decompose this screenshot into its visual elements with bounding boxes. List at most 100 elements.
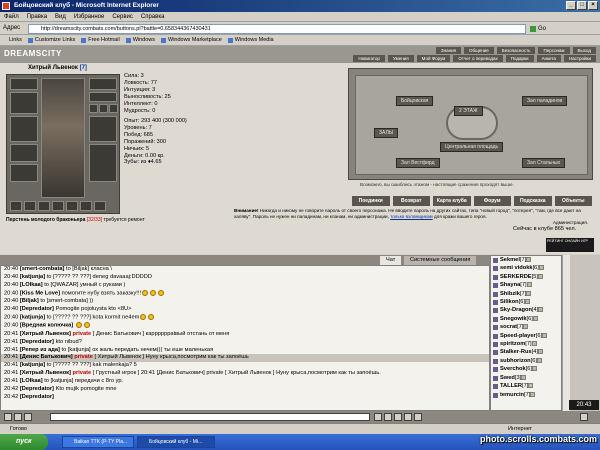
menu-file[interactable]: Файл xyxy=(0,12,23,22)
user-list-item[interactable]: semi vidokk[6] xyxy=(491,264,561,272)
chat-nick[interactable]: [Depredator] xyxy=(20,394,54,400)
chat-nick[interactable]: [LOIkaa] xyxy=(20,282,43,288)
link-windows[interactable]: Windows xyxy=(124,35,159,46)
user-name[interactable]: TALLER xyxy=(500,383,522,389)
user-list-scrollbar[interactable] xyxy=(562,255,570,411)
user-list-item[interactable]: Sekmel[7] xyxy=(491,256,561,264)
close-button[interactable]: × xyxy=(588,1,598,10)
user-info-icon[interactable] xyxy=(530,391,536,397)
user-name[interactable]: Snegowik xyxy=(500,316,527,322)
chat-nick[interactable]: [Depredator] xyxy=(20,386,54,392)
user-info-icon[interactable] xyxy=(532,315,538,321)
user-info-icon[interactable] xyxy=(531,366,537,372)
refresh-icon[interactable] xyxy=(404,413,412,421)
chat-nick[interactable]: [Хитрый Львенок] xyxy=(20,370,71,376)
chat-nick[interactable]: [Depredator] xyxy=(20,339,54,345)
slot-weapon[interactable] xyxy=(10,92,38,114)
chat-nick[interactable]: [Хитрый Львенок] xyxy=(20,331,71,337)
chat-message-input[interactable] xyxy=(50,413,370,421)
exit-chat-icon[interactable] xyxy=(580,413,588,421)
slot-ring-3[interactable] xyxy=(109,104,118,113)
tab-system-messages[interactable]: Системные сообщения xyxy=(404,256,477,265)
user-name[interactable]: Speed-player xyxy=(500,333,536,339)
user-list-item[interactable]: spiritzom[7] xyxy=(491,340,561,348)
rating-badge[interactable]: РЕЙТИНГ ОНЛАЙН ИГР xyxy=(546,238,594,252)
slot-helmet[interactable] xyxy=(10,78,38,90)
duels-button[interactable]: Поединки xyxy=(352,196,390,206)
user-name[interactable]: Silikon xyxy=(500,299,519,305)
chat-nick[interactable]: [katjunja] xyxy=(20,314,45,320)
user-name[interactable]: Sky-Dragon xyxy=(500,307,532,313)
nav-navigator[interactable]: Навигатор xyxy=(353,55,385,62)
menu-edit[interactable]: Правка xyxy=(23,12,51,22)
user-list-item[interactable]: subhorizon[6] xyxy=(491,357,561,365)
slot-shield[interactable] xyxy=(89,116,117,142)
chat-nick[interactable]: [Репер из ада] xyxy=(20,347,60,353)
chat-nick[interactable]: [Biljak] xyxy=(20,298,39,304)
clear-icon[interactable] xyxy=(384,413,392,421)
user-name[interactable]: socrat xyxy=(500,324,517,330)
user-list-item[interactable]: Swed[3] xyxy=(491,374,561,382)
user-list-item[interactable]: Speed-player[6] xyxy=(491,332,561,340)
slot-amulet[interactable] xyxy=(89,92,117,102)
filter-icon[interactable] xyxy=(394,413,402,421)
user-list-item[interactable]: temurcin[7] xyxy=(491,391,561,399)
warning-link[interactable]: только взломщикам xyxy=(390,214,433,219)
user-info-icon[interactable] xyxy=(528,383,534,389)
nav-security[interactable]: Безопасность xyxy=(496,47,536,54)
map-room-halls[interactable]: ЗАЛЫ xyxy=(374,128,399,138)
hint-button[interactable]: Подсказка xyxy=(514,196,552,206)
user-info-icon[interactable] xyxy=(537,349,543,355)
nav-communication[interactable]: Общение xyxy=(464,47,494,54)
nav-knowledge[interactable]: Знания xyxy=(435,47,462,54)
map-room-fighting[interactable]: Бойцовская xyxy=(396,96,434,106)
chat-nick[interactable]: [katjunja] xyxy=(20,362,45,368)
task-baikan[interactable]: Baikan TTK (P-TY Pla... xyxy=(62,436,134,448)
go-button[interactable]: Go xyxy=(530,24,560,34)
nav-my-forum[interactable]: Мой Форум xyxy=(416,55,451,62)
user-info-icon[interactable] xyxy=(536,357,542,363)
maximize-button[interactable]: □ xyxy=(577,1,587,10)
item-name[interactable]: Перстень молодого браконьера xyxy=(6,217,85,223)
user-name[interactable]: spiritzom xyxy=(500,341,525,347)
user-name[interactable]: Stalker-Rus xyxy=(500,349,532,355)
slot-boots[interactable] xyxy=(89,144,117,182)
link-hotmail[interactable]: Free Hotmail xyxy=(79,35,123,46)
slot-scroll-3[interactable] xyxy=(38,201,50,211)
map-room-central-square[interactable]: Центральная площадь xyxy=(440,142,504,152)
user-info-icon[interactable] xyxy=(526,282,532,288)
slot-gloves[interactable] xyxy=(10,164,38,182)
slot-scroll-6[interactable] xyxy=(80,201,92,211)
menu-favorites[interactable]: Избранное xyxy=(70,12,108,22)
send-icon[interactable] xyxy=(374,413,382,421)
slot-earrings[interactable] xyxy=(89,78,117,90)
forum-button[interactable]: Форум xyxy=(473,196,511,206)
chat-nick[interactable]: [smert-combata] xyxy=(20,266,65,272)
menu-tools[interactable]: Сервис xyxy=(108,12,137,22)
user-list-item[interactable]: socrat[7] xyxy=(491,323,561,331)
map-room-paladins[interactable]: Зал паладинов xyxy=(522,96,568,106)
user-info-icon[interactable] xyxy=(537,273,543,279)
user-info-icon[interactable] xyxy=(538,265,544,271)
user-list-item[interactable]: Shibzik[7] xyxy=(491,290,561,298)
slot-scroll-5[interactable] xyxy=(66,201,78,211)
user-name[interactable]: Shibzik xyxy=(500,291,520,297)
chat-translit-icon[interactable] xyxy=(14,413,22,421)
nav-settings[interactable]: Настройки xyxy=(563,55,596,62)
link-windows-media[interactable]: Windows Media xyxy=(226,35,278,46)
user-list-item[interactable]: Silikon[6] xyxy=(491,298,561,306)
slot-belt[interactable] xyxy=(10,144,38,162)
link-marketplace[interactable]: Windows Marketplace xyxy=(159,35,226,46)
nav-character[interactable]: Персонаж xyxy=(538,47,570,54)
club-map-button[interactable]: Карта клуба xyxy=(433,196,471,206)
slot-ring-1[interactable] xyxy=(89,104,98,113)
tab-chat[interactable]: Чат xyxy=(380,256,402,265)
user-name[interactable]: temurcin xyxy=(500,392,524,398)
user-list-item[interactable]: Sverchok[6] xyxy=(491,365,561,373)
user-info-icon[interactable] xyxy=(526,290,532,296)
user-name[interactable]: SERKERDE xyxy=(500,274,532,280)
user-info-icon[interactable] xyxy=(526,257,532,262)
user-info-icon[interactable] xyxy=(524,299,530,305)
user-info-icon[interactable] xyxy=(538,307,544,313)
user-name[interactable]: semi vidokk xyxy=(500,265,533,271)
